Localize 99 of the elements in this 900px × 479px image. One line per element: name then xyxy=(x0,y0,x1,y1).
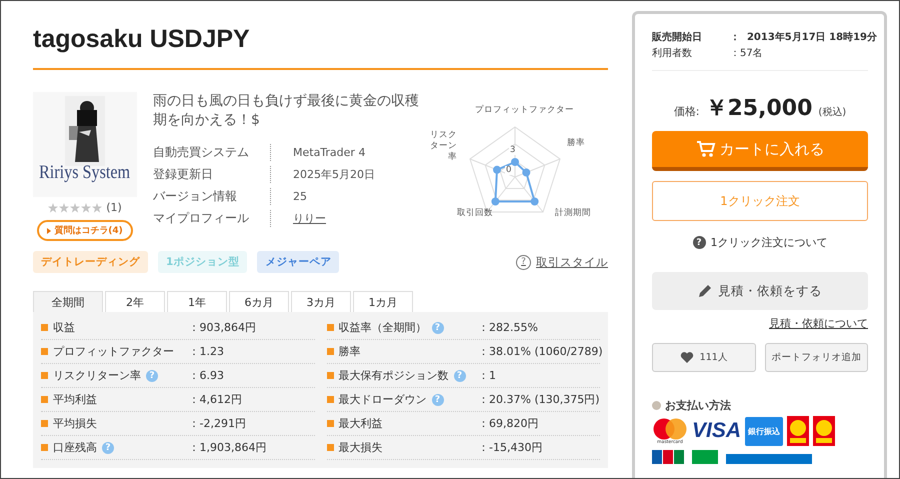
stat-label: 勝率 xyxy=(338,344,360,359)
mastercard-logo-icon xyxy=(653,418,687,440)
info-label: 登録更新日 xyxy=(153,166,271,183)
stat-value: ：1.23 xyxy=(188,344,224,359)
bullet-icon xyxy=(41,324,48,331)
period-tab[interactable]: 2年 xyxy=(105,291,165,312)
stat-value: ：-2,291円 xyxy=(188,416,246,431)
page-title: tagosaku USDJPY xyxy=(33,25,608,70)
star-icon xyxy=(92,202,102,212)
stat-label: 最大保有ポジション数 xyxy=(338,368,448,383)
store-logo-icon xyxy=(813,416,836,446)
radar-axis-label: 取引回数 xyxy=(457,208,493,219)
card-logo-icon xyxy=(652,450,684,464)
radar-axis-label: 勝率 xyxy=(567,138,585,149)
stat-value: ：4,612円 xyxy=(188,392,242,407)
bullet-icon xyxy=(41,444,48,451)
heart-icon xyxy=(680,351,694,364)
product-description: 雨の日も風の日も負けず最後に黄金の収穫期を向かえる！$ xyxy=(153,92,420,130)
product-logo-text: Ririys System xyxy=(39,162,131,184)
cart-icon xyxy=(696,140,716,158)
stat-value: ：1,903,864円 xyxy=(188,440,266,455)
bullet-icon xyxy=(41,372,48,379)
meta-value: ：57名 xyxy=(730,47,764,60)
stat-value: ：69,820円 xyxy=(478,416,538,431)
stat-label: リスクリターン率 xyxy=(53,368,141,383)
bullet-icon xyxy=(326,348,334,355)
star-icon xyxy=(70,202,80,212)
profile-link[interactable]: りりー xyxy=(293,210,326,227)
stat-label: 口座残高 xyxy=(53,440,97,455)
stat-value: ：1 xyxy=(478,368,496,383)
bullet-icon xyxy=(326,420,334,427)
portfolio-add-button[interactable]: ポートフォリオ追加 xyxy=(764,343,868,372)
bullet-icon xyxy=(41,420,48,427)
card-logo: VISA xyxy=(692,419,742,443)
period-tab[interactable]: 1カ月 xyxy=(353,291,413,312)
meta-value: ： 2013年5月17日 18時19分 xyxy=(730,30,877,44)
star-icon xyxy=(48,202,58,212)
stat-label: 平均損失 xyxy=(53,416,97,431)
store-logo-icon xyxy=(787,416,810,446)
help-icon: ? xyxy=(692,236,706,249)
bullet-icon xyxy=(652,401,661,410)
radar-tick-label: 0 xyxy=(505,166,512,175)
meta-label: 販売開始日 xyxy=(652,30,703,44)
trade-style-link[interactable]: ? 取引スタイル xyxy=(516,254,608,270)
stat-label: 収益率（全期間） xyxy=(338,320,426,335)
info-label: 自動売買システム xyxy=(153,144,271,161)
info-label: マイプロフィール xyxy=(153,210,271,227)
triangle-icon xyxy=(47,228,52,234)
stat-value: ：6.93 xyxy=(188,368,224,383)
info-value: MetaTrader 4 xyxy=(293,145,366,161)
meta-label: 利用者数 xyxy=(652,46,693,60)
tax-note: (税込) xyxy=(818,106,846,119)
bullet-icon xyxy=(41,348,48,355)
stat-label: 収益 xyxy=(53,320,75,335)
rating-count: (1) xyxy=(106,201,122,214)
bank-transfer-logo: 銀行振込 xyxy=(745,416,784,446)
period-tab[interactable]: 全期間 xyxy=(33,291,103,312)
info-label: バージョン情報 xyxy=(153,188,271,205)
stat-label: 最大損失 xyxy=(338,440,382,455)
stat-label: プロフィットファクター xyxy=(53,344,174,359)
radar-line xyxy=(494,160,536,202)
radar-axis-label: リスクターン率 xyxy=(429,130,457,163)
price: ￥25,000 xyxy=(706,95,812,123)
period-tab[interactable]: 6カ月 xyxy=(229,291,289,312)
period-tab[interactable]: 3カ月 xyxy=(291,291,351,312)
stat-label: 最大利益 xyxy=(338,416,382,431)
bullet-icon xyxy=(41,396,48,403)
radar-axis-label: プロフィットファクター xyxy=(475,105,574,116)
price-label: 価格: xyxy=(674,104,700,119)
stat-label: 平均利益 xyxy=(53,392,97,407)
radar-point xyxy=(530,198,539,206)
radar-point xyxy=(522,168,530,176)
store-logo-icon xyxy=(692,450,812,464)
period-tab[interactable]: 1年 xyxy=(167,291,227,312)
bullet-icon xyxy=(326,372,334,379)
bullet-icon xyxy=(326,444,334,451)
bullet-icon xyxy=(326,324,334,331)
star-icon xyxy=(81,202,92,212)
stat-value: ：-15,430円 xyxy=(478,440,542,455)
radar-point xyxy=(511,158,519,166)
stat-value: ：20.37% (130,375円) xyxy=(478,392,600,407)
one-click-help-link[interactable]: 1クリック注文について xyxy=(710,235,828,250)
bullet-icon xyxy=(326,396,334,403)
radar-point xyxy=(491,198,500,206)
stat-label: 最大ドローダウン xyxy=(338,392,426,407)
payment-title: お支払い方法 xyxy=(665,398,731,413)
radar-tick-label: 3 xyxy=(509,146,516,155)
quote-request-button[interactable]: 見積・依頼をする xyxy=(652,272,868,310)
radar-axis-label: 計測期間 xyxy=(555,208,591,219)
pen-icon xyxy=(698,284,712,298)
favorite-button[interactable]: 111人 xyxy=(652,343,756,372)
info-value: 25 xyxy=(293,189,307,205)
info-value: 2025年5月20日 xyxy=(293,167,375,183)
stat-value: ：38.01% (1060/2789) xyxy=(478,344,603,359)
stat-value: ：282.55% xyxy=(478,320,538,335)
radar-point xyxy=(493,166,501,174)
stat-value: ：903,864円 xyxy=(188,320,256,335)
quote-info-link[interactable]: 見積・依頼について xyxy=(769,316,868,331)
star-icon xyxy=(59,202,70,212)
